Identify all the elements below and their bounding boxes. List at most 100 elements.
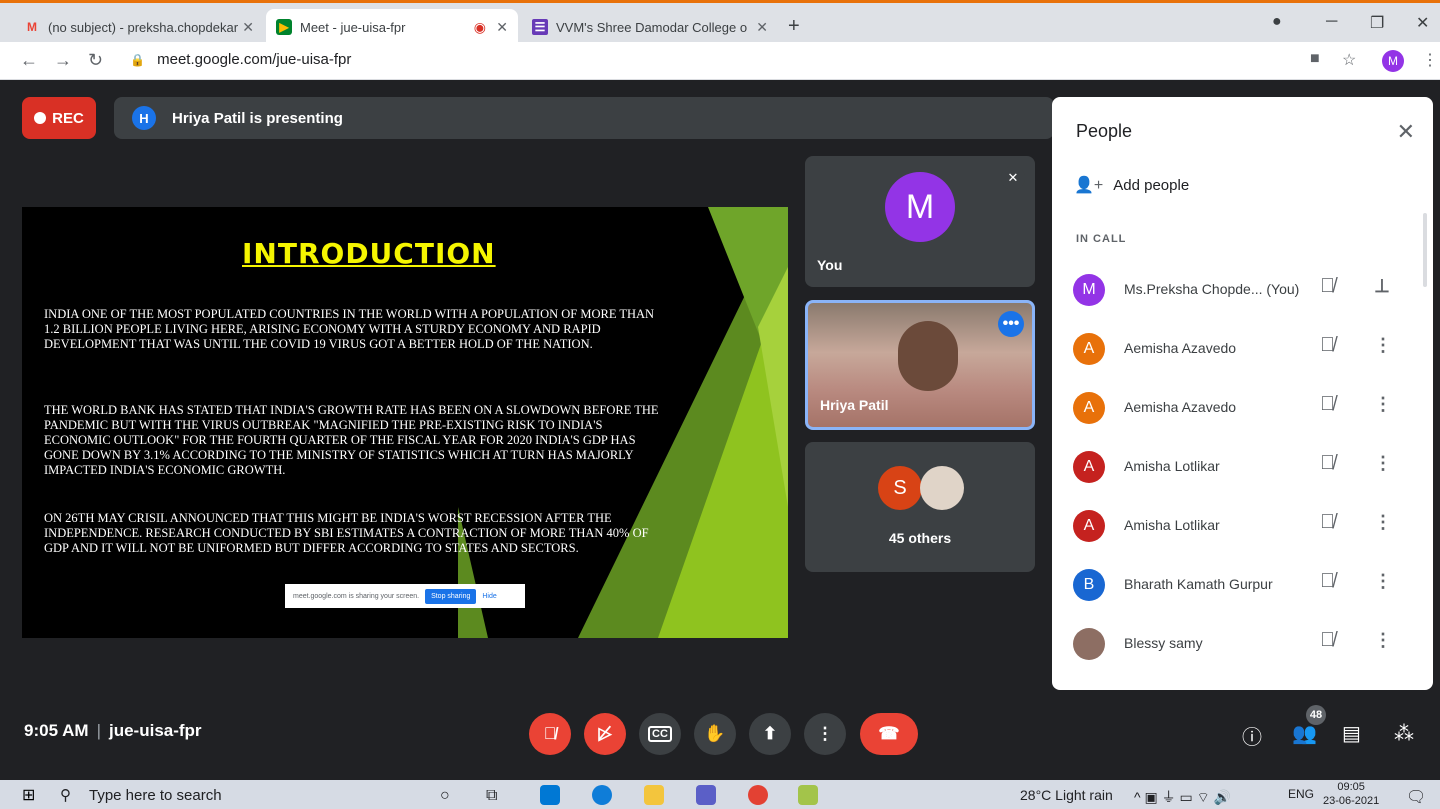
windows-taskbar: ⊞ ⚲ Type here to search ○ ⧉ 28°C Light r…	[0, 780, 1440, 809]
mic-off-icon: 🎙̸	[1320, 570, 1335, 592]
profile-avatar[interactable]: M	[1382, 50, 1404, 72]
raise-hand-button[interactable]: ✋	[694, 713, 736, 755]
more-options-icon[interactable]: ⋮	[1374, 394, 1392, 415]
presenter-avatar: H	[132, 106, 156, 130]
weather-widget[interactable]: 28°C Light rain	[1020, 787, 1113, 803]
reload-icon[interactable]: ↻	[88, 50, 103, 71]
search-icon: ⚲	[60, 787, 71, 804]
new-tab-button[interactable]: +	[788, 15, 800, 38]
minimize-icon[interactable]: ─	[1326, 13, 1337, 31]
cortana-icon[interactable]: ○	[440, 787, 450, 805]
tab-meet[interactable]: ▶ Meet - jue-uisa-fpr ◉ ✕	[266, 9, 518, 45]
meet-icon: ▶	[276, 19, 292, 35]
close-panel-icon[interactable]: ✕	[1397, 119, 1415, 145]
menu-dots-icon[interactable]: ⋮	[1422, 50, 1438, 70]
mic-off-icon: 🎙̸	[1320, 275, 1335, 297]
more-options-icon[interactable]: ⋮	[1374, 335, 1392, 356]
others-avatar-s: S	[878, 466, 922, 510]
participant-row[interactable]: A Amisha Lotlikar 🎙̸ ⋮	[1052, 497, 1433, 556]
tab-gmail[interactable]: M (no subject) - preksha.chopdekar ✕	[14, 9, 264, 45]
share-notice-text: meet.google.com is sharing your screen.	[293, 592, 420, 600]
task-view-icon[interactable]: ⧉	[486, 787, 497, 805]
rec-label: REC	[52, 109, 84, 127]
recording-badge[interactable]: REC	[22, 97, 96, 139]
recording-icon: ◉	[473, 18, 486, 35]
gmail-icon: M	[27, 20, 37, 34]
participant-row[interactable]: M Ms.Preksha Chopde... (You) 🎙̸ ⊥	[1052, 261, 1433, 320]
screen-share-notice: meet.google.com is sharing your screen. …	[285, 584, 525, 608]
people-panel: People ✕ 👤+ Add people IN CALL M Ms.Prek…	[1052, 97, 1433, 690]
meet-stage: REC H Hriya Patil is presenting INTRODUC…	[0, 81, 1440, 770]
participant-row[interactable]: A Amisha Lotlikar 🎙̸ ⋮	[1052, 438, 1433, 497]
more-options-button[interactable]: ⋮	[804, 713, 846, 755]
more-options-icon[interactable]: •••	[998, 311, 1024, 337]
more-options-icon[interactable]: ⋮	[1374, 512, 1392, 533]
participant-avatar: M	[1073, 274, 1105, 306]
mic-off-icon: 🎙̸	[543, 724, 557, 743]
hide-button[interactable]: Hide	[482, 593, 496, 600]
self-tile[interactable]: M ✕ You	[805, 156, 1035, 287]
url-text: meet.google.com/jue-uisa-fpr	[157, 51, 352, 68]
self-tile-label: You	[817, 257, 843, 273]
close-icon[interactable]: ✕	[496, 19, 508, 36]
meeting-code: jue-uisa-fpr	[108, 721, 202, 740]
captions-button[interactable]: CC	[639, 713, 681, 755]
language-indicator[interactable]: ENG	[1288, 787, 1314, 801]
mail-app-icon[interactable]	[540, 785, 560, 805]
activities-icon[interactable]: ⁂	[1394, 721, 1414, 746]
clock-time: 09:05	[1337, 781, 1365, 793]
notifications-icon[interactable]: 🗨	[1406, 787, 1426, 807]
pin-icon[interactable]: ⊥	[1374, 276, 1390, 297]
participant-row[interactable]: Blessy samy 🎙̸ ⋮	[1052, 615, 1433, 674]
participant-tile-hriya[interactable]: ••• Hriya Patil	[805, 300, 1035, 430]
tab-title: VVM's Shree Damodar College o	[556, 19, 748, 35]
more-options-icon[interactable]: ⋮	[1374, 571, 1392, 592]
url-field[interactable]: 🔒 meet.google.com/jue-uisa-fpr	[130, 51, 351, 68]
add-people-button[interactable]: 👤+ Add people	[1074, 175, 1189, 195]
participant-avatar: A	[1073, 392, 1105, 424]
stop-sharing-button[interactable]: Stop sharing	[425, 588, 477, 604]
file-explorer-icon[interactable]	[644, 785, 664, 805]
more-options-icon[interactable]: ⋮	[1374, 453, 1392, 474]
camera-off-icon: ▷̸	[598, 724, 612, 743]
slide-paragraph-3: On 26th May CRISIL announced that this m…	[44, 511, 649, 555]
mic-toggle-button[interactable]: 🎙̸	[529, 713, 571, 755]
captions-icon: CC	[648, 726, 672, 742]
back-icon[interactable]: ←	[20, 50, 38, 71]
participant-row[interactable]: B Bharath Kamath Gurpur 🎙̸ ⋮	[1052, 556, 1433, 615]
store-icon[interactable]	[696, 785, 716, 805]
clock[interactable]: 09:05 23-06-2021	[1323, 780, 1379, 808]
window-close-icon[interactable]: ✕	[1416, 13, 1429, 33]
close-icon[interactable]: ✕	[242, 19, 254, 36]
mic-off-icon: 🎙̸	[1320, 629, 1335, 651]
camera-toggle-button[interactable]: ▷̸	[584, 713, 626, 755]
present-screen-button[interactable]: ⬆	[749, 713, 791, 755]
chat-icon[interactable]: ▤	[1342, 721, 1361, 746]
chrome-icon[interactable]	[748, 785, 768, 805]
leave-call-button[interactable]: ☎	[860, 713, 918, 755]
lock-icon: 🔒	[130, 53, 145, 67]
participant-row[interactable]: A Aemisha Azavedo 🎙̸ ⋮	[1052, 379, 1433, 438]
forms-icon: ☰	[532, 19, 548, 35]
bookmark-star-icon[interactable]: ☆	[1342, 50, 1356, 70]
others-count: 45 others	[888, 530, 952, 546]
mic-off-icon: 🎙̸	[1320, 393, 1335, 415]
close-icon[interactable]: ✕	[756, 19, 768, 36]
tray-overflow-icon[interactable]: ^ ▣ ⏚ ▭ ⌔ 🔊	[1134, 787, 1231, 807]
info-icon[interactable]: ⓘ	[1242, 721, 1262, 750]
taskbar-search[interactable]: ⚲ Type here to search	[60, 786, 222, 805]
participant-row[interactable]: A Aemisha Azavedo 🎙̸ ⋮	[1052, 320, 1433, 379]
participant-avatar: A	[1073, 510, 1105, 542]
windows-start-icon[interactable]: ⊞	[22, 785, 35, 805]
more-options-icon[interactable]: ⋮	[1374, 630, 1392, 651]
search-placeholder: Type here to search	[89, 786, 222, 804]
restore-icon[interactable]: ❐	[1370, 13, 1384, 33]
profile-indicator-icon[interactable]: ●	[1272, 13, 1282, 31]
edge-icon[interactable]	[592, 785, 612, 805]
tab-title: (no subject) - preksha.chopdekar	[48, 19, 239, 35]
others-tile[interactable]: S 45 others	[805, 442, 1035, 572]
forward-icon[interactable]: →	[54, 50, 72, 71]
paint-icon[interactable]	[798, 785, 818, 805]
camera-icon[interactable]: ■	[1310, 50, 1320, 68]
tab-forms[interactable]: ☰ VVM's Shree Damodar College o ✕	[522, 9, 778, 45]
